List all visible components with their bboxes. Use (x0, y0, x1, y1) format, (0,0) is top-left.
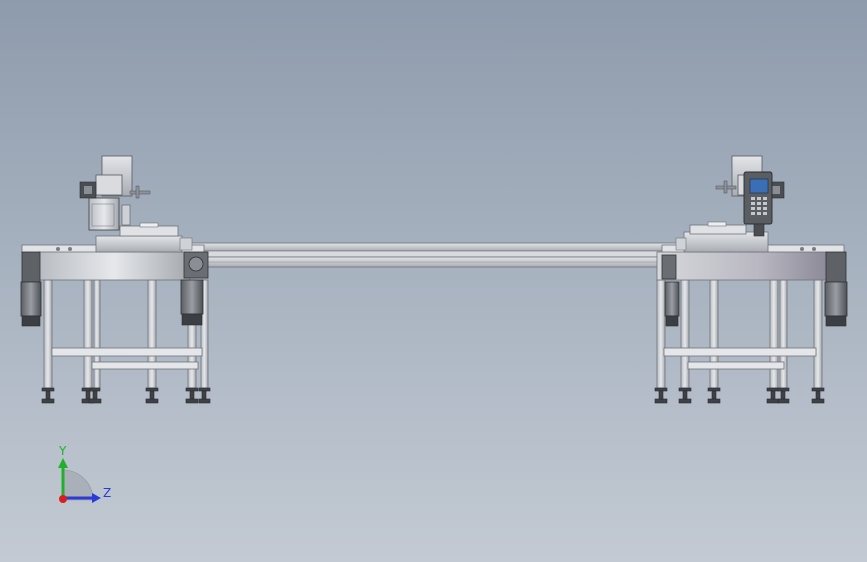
center-conveyor-rail[interactable] (189, 242, 681, 268)
left-outer-motor[interactable] (20, 251, 42, 327)
right-station[interactable] (654, 155, 848, 404)
z-axis-label: Z (103, 486, 111, 500)
x-axis-dot (59, 495, 67, 503)
left-station-head-unit[interactable] (79, 155, 151, 231)
right-station-feet (654, 387, 825, 404)
left-station-feet (41, 387, 211, 404)
right-outer-motor[interactable] (824, 251, 848, 327)
right-station-legs (656, 279, 823, 389)
orientation-triad[interactable]: Y Z (58, 444, 111, 503)
pendant-screen (749, 178, 769, 194)
right-station-tray[interactable] (689, 221, 747, 235)
y-axis-label: Y (58, 444, 67, 458)
cad-viewport[interactable]: Y Z (0, 0, 867, 562)
left-station-crossbars (51, 347, 203, 370)
triad-plane-quarter (62, 469, 94, 501)
right-station-control-pendant[interactable] (743, 171, 773, 237)
left-station-housing[interactable] (21, 235, 205, 281)
left-station[interactable] (20, 155, 211, 404)
conveyor-assembly-view[interactable]: Y Z (0, 0, 867, 562)
right-station-housing[interactable] (656, 231, 845, 281)
